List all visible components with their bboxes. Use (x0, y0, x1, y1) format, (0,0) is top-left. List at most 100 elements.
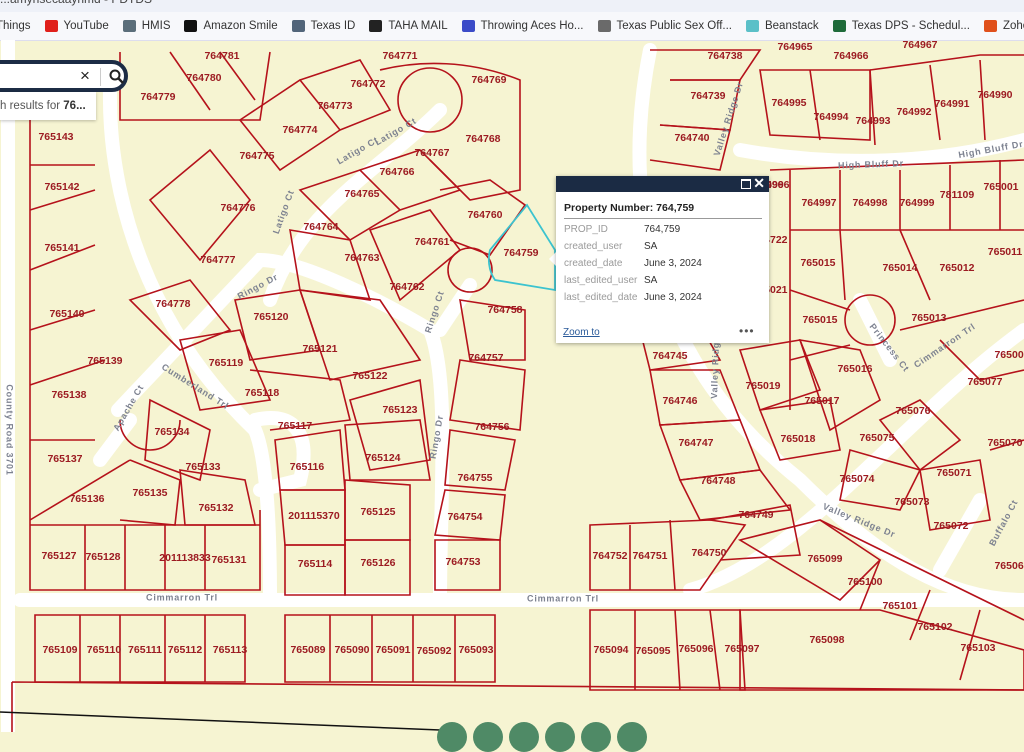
search-suggestion[interactable]: h results for 76... (0, 92, 96, 120)
search-icon[interactable] (108, 68, 126, 86)
bookmark-texas-dps-schedul[interactable]: Texas DPS - Schedul... (832, 20, 970, 32)
throwing-aces-icon (461, 20, 475, 32)
road (423, 323, 450, 607)
map-control-button[interactable] (437, 722, 467, 752)
parcel-label: 765017 (804, 395, 839, 407)
map-view[interactable]: 7647817647807647797647717647727647737647… (0, 40, 1024, 732)
parcel-boundary[interactable] (449, 359, 526, 431)
parcel-label: 764765 (344, 188, 379, 200)
parcel-boundary[interactable] (179, 469, 256, 526)
bookmark-label: Beanstack (764, 20, 819, 32)
parcel-boundary[interactable] (284, 544, 346, 596)
bookmarks-bar: Things YouTube HMIS Amazon Smile Texas ID TAH… (0, 12, 1024, 41)
popup-pointer (549, 252, 556, 266)
field-value: June 3, 2024 (644, 292, 702, 303)
maximize-icon[interactable] (741, 179, 751, 189)
map-control-button[interactable] (581, 722, 611, 752)
clear-search-button[interactable]: × (80, 66, 90, 86)
parcel-label: 765102 (917, 621, 952, 633)
bookmark-amazon-smile[interactable]: Amazon Smile (184, 20, 278, 32)
bookmark-beanstack[interactable]: Beanstack (745, 20, 819, 32)
more-actions-button[interactable]: ••• (739, 324, 755, 338)
bookmark-label: Texas Public Sex Off... (616, 20, 732, 32)
parcel-label: 765003 (994, 349, 1024, 361)
texas-seal-icon (597, 20, 611, 32)
bookmark-texas-public-sex-off[interactable]: Texas Public Sex Off... (597, 20, 732, 32)
parcel-label: 764745 (652, 350, 687, 362)
parcel-label: 765125 (360, 506, 395, 518)
bookmark-throwing-aces-ho[interactable]: Throwing Aces Ho... (461, 20, 584, 32)
street-label: High Bluff Dr (838, 158, 904, 170)
parcel-label: 765092 (416, 645, 451, 657)
bookmark-hmis[interactable]: HMIS (122, 20, 170, 32)
zoho-icon (983, 20, 997, 32)
field-value: SA (644, 241, 658, 252)
bookmark-zoho-one[interactable]: Zoho One (983, 20, 1024, 32)
title-text: ...amyhsecaayhmd - PDTDS (0, 0, 152, 6)
map-control-button[interactable] (473, 722, 503, 752)
parcel-label: 781109 (940, 189, 975, 201)
bookmark-things[interactable]: Things (0, 20, 31, 32)
suggestion-query: 76... (63, 100, 86, 112)
parcel-label: 764965 (777, 41, 812, 53)
parcel-label: 765135 (132, 487, 167, 499)
parcel-label: 765100 (847, 576, 882, 588)
parcel-label: 764999 (899, 197, 934, 209)
parcel-boundary[interactable] (298, 289, 422, 381)
street-label: Cimmarron Trl (912, 321, 977, 370)
parcel-label: 764990 (977, 89, 1012, 101)
parcel-boundary[interactable] (299, 59, 392, 131)
bookmark-label: YouTube (63, 20, 109, 32)
close-icon[interactable]: ✕ (753, 175, 765, 192)
zoom-to-link[interactable]: Zoom to (563, 327, 600, 338)
bookmark-label: Texas ID (310, 20, 356, 32)
parcel-label: 765001 (983, 181, 1018, 193)
parcel-label: 201115370 (288, 510, 340, 522)
parcel-label: 765089 (290, 644, 325, 656)
bookmark-taha-mail[interactable]: TAHA MAIL (369, 20, 448, 32)
bookmark-texas-id[interactable]: Texas ID (291, 20, 356, 32)
parcel-label: 765096 (678, 643, 713, 655)
search-box[interactable]: × (0, 60, 128, 92)
parcel-label: 764767 (414, 147, 449, 159)
browser-title-strip: ...amyhsecaayhmd - PDTDS (0, 0, 1024, 12)
parcel-boundary[interactable] (869, 54, 1024, 71)
field-value: June 3, 2024 (644, 258, 702, 269)
field-key: created_user (564, 241, 623, 252)
parcel-label: 764768 (465, 133, 500, 145)
parcel-label: 765138 (51, 389, 86, 401)
parcel-label: 765114 (298, 558, 333, 570)
parcel-label: 765011 (988, 246, 1023, 258)
parcels-layer (0, 49, 1024, 732)
field-key: created_date (564, 258, 623, 269)
parcel-label: 764763 (344, 252, 379, 264)
parcel-label: 765018 (780, 433, 815, 445)
parcel-boundary[interactable] (119, 51, 271, 121)
parcel-label: 764774 (282, 124, 317, 136)
field-key: PROP_ID (564, 224, 608, 235)
parcel-label: 765136 (69, 493, 104, 505)
parcel-label: 764778 (155, 298, 190, 310)
parcel-label: 764779 (140, 91, 175, 103)
taha-mail-icon (369, 20, 383, 32)
parcel-label: 765013 (911, 312, 946, 324)
parcel-label: 764752 (592, 550, 627, 562)
parcel-label: 764761 (414, 236, 449, 248)
search-divider (100, 68, 101, 86)
map-control-button[interactable] (545, 722, 575, 752)
parcel-label: 765119 (209, 357, 244, 369)
bookmark-label: Zoho One (1002, 20, 1024, 32)
parcel-boundary[interactable] (650, 49, 762, 81)
parcel-label: 764993 (855, 115, 890, 127)
parcel-boundary[interactable] (798, 338, 881, 432)
bookmark-youtube[interactable]: YouTube (44, 20, 109, 32)
parcel-label: 764769 (471, 74, 506, 86)
parcel-label: 764753 (445, 556, 480, 568)
map-control-button[interactable] (617, 722, 647, 752)
parcel-label: 765071 (936, 467, 971, 479)
parcel-label: 764777 (200, 254, 235, 266)
map-control-button[interactable] (509, 722, 539, 752)
parcel-label: 764991 (934, 98, 969, 110)
parcel-label: 765069 (994, 560, 1024, 572)
parcel-label: 764749 (738, 509, 773, 521)
